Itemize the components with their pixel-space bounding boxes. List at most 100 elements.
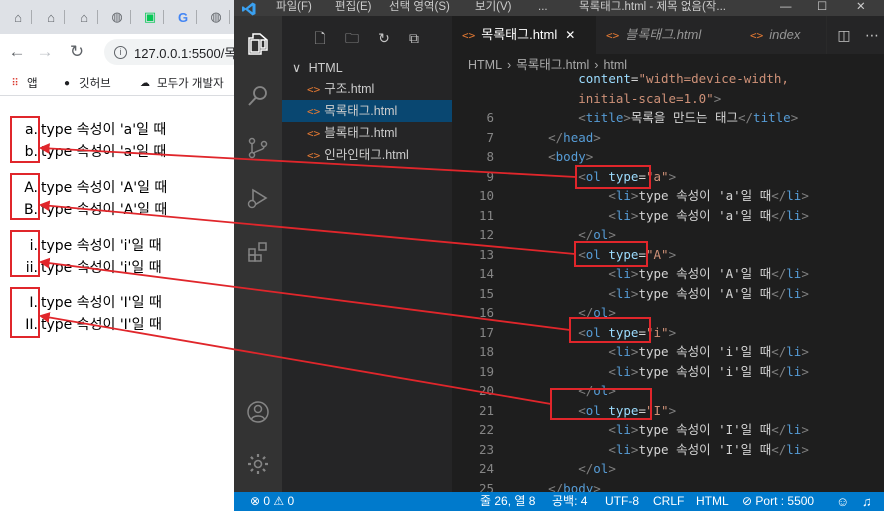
browser-tab[interactable]: ◍ bbox=[103, 4, 131, 30]
browser-tab[interactable]: ▣ bbox=[136, 4, 164, 30]
live-server-port[interactable]: ⊘ Port : 5500 bbox=[742, 492, 814, 511]
status-bar: ⊗ 0 ⚠ 0 줄 26, 열 8 공백: 4 UTF-8 CRLF HTML … bbox=[234, 492, 884, 511]
reload-icon[interactable]: ↻ bbox=[66, 41, 88, 63]
code-text: <ol type="a"> bbox=[578, 168, 677, 184]
minimize-icon[interactable]: — bbox=[780, 0, 792, 16]
explorer-file[interactable]: <> 인라인태그.html bbox=[282, 144, 452, 166]
close-icon[interactable]: ✕ bbox=[856, 0, 866, 16]
menu-item[interactable]: 보기(V) bbox=[475, 0, 512, 16]
cursor-position[interactable]: 줄 26, 열 8 bbox=[480, 492, 535, 511]
settings-gear-icon[interactable] bbox=[246, 452, 270, 476]
encoding[interactable]: UTF-8 bbox=[605, 492, 639, 511]
editor-tab-label: 목록태그.html bbox=[481, 27, 558, 42]
split-editor-icon[interactable]: ◫ bbox=[836, 27, 852, 43]
notifications-bell-icon[interactable]: ♫ bbox=[862, 492, 872, 511]
feedback-icon[interactable]: ☺ bbox=[836, 492, 849, 511]
browser-tab[interactable]: ⌂ bbox=[37, 4, 65, 30]
close-tab-icon[interactable]: ✕ bbox=[565, 28, 575, 42]
browser-tab[interactable]: ◍ bbox=[202, 4, 230, 30]
explorer-file[interactable]: <> 블록태그.html bbox=[282, 122, 452, 144]
browser-tab[interactable]: ⌂ bbox=[4, 4, 32, 30]
globe-icon: ◍ bbox=[210, 9, 222, 24]
more-actions-icon[interactable]: ⋯ bbox=[864, 27, 880, 43]
line-number: 18 bbox=[478, 344, 494, 359]
line-number: 17 bbox=[478, 324, 494, 340]
code-text: <li>type 속성이 'A'일 때</li> bbox=[608, 266, 809, 281]
code-text: </ol> bbox=[578, 383, 616, 398]
source-control-icon[interactable] bbox=[246, 136, 270, 160]
explorer-file[interactable]: <> 목록태그.html bbox=[282, 100, 452, 122]
code-text: content="width=device-width, bbox=[578, 71, 789, 86]
code-text: </ol> bbox=[578, 461, 616, 476]
code-line: initial-scale=1.0"> bbox=[452, 89, 884, 109]
globe-icon: ◍ bbox=[111, 9, 123, 24]
extensions-icon[interactable] bbox=[246, 240, 270, 264]
forward-arrow-icon[interactable]: → bbox=[34, 41, 56, 63]
list-marker: b. bbox=[24, 144, 38, 160]
collapse-all-icon[interactable]: ⧉ bbox=[406, 30, 422, 46]
code-line: 7 </head> bbox=[452, 128, 884, 148]
new-file-icon[interactable]: 🗋 bbox=[312, 30, 328, 46]
browser-tab[interactable]: ⌂ bbox=[70, 4, 98, 30]
code-text: <title>목록을 만드는 태그</title> bbox=[578, 110, 799, 125]
bookmark-item[interactable]: ⠿ 앱 bbox=[8, 75, 37, 91]
explorer-files-icon[interactable] bbox=[246, 32, 270, 56]
line-number: 14 bbox=[478, 266, 494, 281]
bookmark-label: 깃허브 bbox=[79, 78, 111, 90]
list-item-text: type 속성이 'I'일 때 bbox=[41, 295, 162, 311]
code-text: </head> bbox=[548, 129, 601, 145]
address-bar[interactable]: i 127.0.0.1:5500/목 bbox=[104, 39, 234, 65]
line-number: 10 bbox=[478, 188, 494, 203]
bookmark-item[interactable]: ☁ 모두가 개발자 bbox=[138, 75, 224, 91]
menu-item[interactable]: 파일(F) bbox=[276, 0, 312, 16]
new-folder-icon[interactable]: 🗀 bbox=[344, 30, 360, 46]
browser-tab[interactable]: G bbox=[169, 4, 197, 30]
editor-tab[interactable]: <> 목록태그.html ✕ bbox=[452, 16, 596, 54]
line-number: 8 bbox=[486, 149, 494, 164]
editor-tab[interactable]: <> index bbox=[740, 16, 826, 54]
window-title: 목록태그.html - 제목 없음(작... bbox=[579, 1, 726, 13]
code-line: 23 <li>type 속성이 'I'일 때</li> bbox=[452, 440, 884, 460]
editor-tab-label: index bbox=[769, 27, 801, 42]
explorer-sidebar: 🗋 🗀 ↻ ⧉ ∨ HTML <> 구조.html <> 목록태그.html <> 블록태… bbox=[282, 16, 452, 492]
browser-tab-strip: ⌂ ⌂ ⌂ ◍ ▣ G ◍ bbox=[0, 0, 234, 34]
editor-tab[interactable]: <> 블록태그.html bbox=[596, 16, 740, 54]
file-name: 인라인태그.html bbox=[324, 148, 409, 162]
problems-indicator[interactable]: ⊗ 0 ⚠ 0 bbox=[250, 492, 294, 511]
code-editor[interactable]: content="width=device-width, initial-sca… bbox=[452, 71, 884, 496]
site-info-icon[interactable]: i bbox=[114, 45, 127, 59]
line-number: 12 bbox=[478, 227, 494, 242]
account-icon[interactable] bbox=[246, 400, 270, 424]
html-file-icon: <> bbox=[307, 105, 321, 118]
maximize-icon[interactable]: ☐ bbox=[817, 0, 827, 16]
code-line: 21 <ol type="I"> bbox=[452, 401, 884, 421]
line-number: 13 bbox=[478, 246, 494, 262]
explorer-folder-html[interactable]: ∨ HTML bbox=[292, 58, 343, 78]
explorer-file[interactable]: <> 구조.html bbox=[282, 78, 452, 100]
list-item-text: type 속성이 'i'일 때 bbox=[41, 260, 162, 276]
menu-item[interactable]: 편집(E) bbox=[335, 0, 372, 16]
back-arrow-icon[interactable]: ← bbox=[6, 41, 28, 63]
code-text: <li>type 속성이 'A'일 때</li> bbox=[608, 285, 809, 301]
line-ending[interactable]: CRLF bbox=[653, 492, 684, 511]
refresh-icon[interactable]: ↻ bbox=[376, 30, 392, 46]
search-icon[interactable] bbox=[246, 84, 270, 108]
indentation[interactable]: 공백: 4 bbox=[552, 492, 587, 511]
editor-tab-label: 블록태그.html bbox=[625, 27, 702, 42]
vscode-window: 파일(F) 편집(E) 선택 영역(S) 보기(V)... 목록태그.html - 제… bbox=[234, 0, 884, 511]
menu-item[interactable]: 선택 영역(S) bbox=[389, 0, 450, 16]
language-mode[interactable]: HTML bbox=[696, 492, 729, 511]
run-debug-icon[interactable] bbox=[246, 186, 270, 210]
line-number: 9 bbox=[486, 168, 494, 184]
html-file-icon: <> bbox=[307, 149, 321, 162]
list-item: A. type 속성이 'A'일 때 bbox=[0, 177, 234, 199]
browser-window: ⌂ ⌂ ⌂ ◍ ▣ G ◍ ← → ↻ i 127.0.0.1:5500/목 ⠿ 앱 ● 깃허브 ☁… bbox=[0, 0, 234, 511]
list-item: II. type 속성이 'I'일 때 bbox=[0, 314, 234, 336]
file-name: 목록태그.html bbox=[324, 104, 398, 118]
bookmark-item[interactable]: ● 깃허브 bbox=[60, 75, 111, 91]
line-number: 23 bbox=[478, 441, 494, 457]
html-file-icon: <> bbox=[462, 29, 476, 42]
html-file-icon: <> bbox=[606, 29, 620, 42]
menu-item[interactable]: ... bbox=[538, 0, 548, 16]
code-line: 9 <ol type="a"> bbox=[452, 167, 884, 187]
